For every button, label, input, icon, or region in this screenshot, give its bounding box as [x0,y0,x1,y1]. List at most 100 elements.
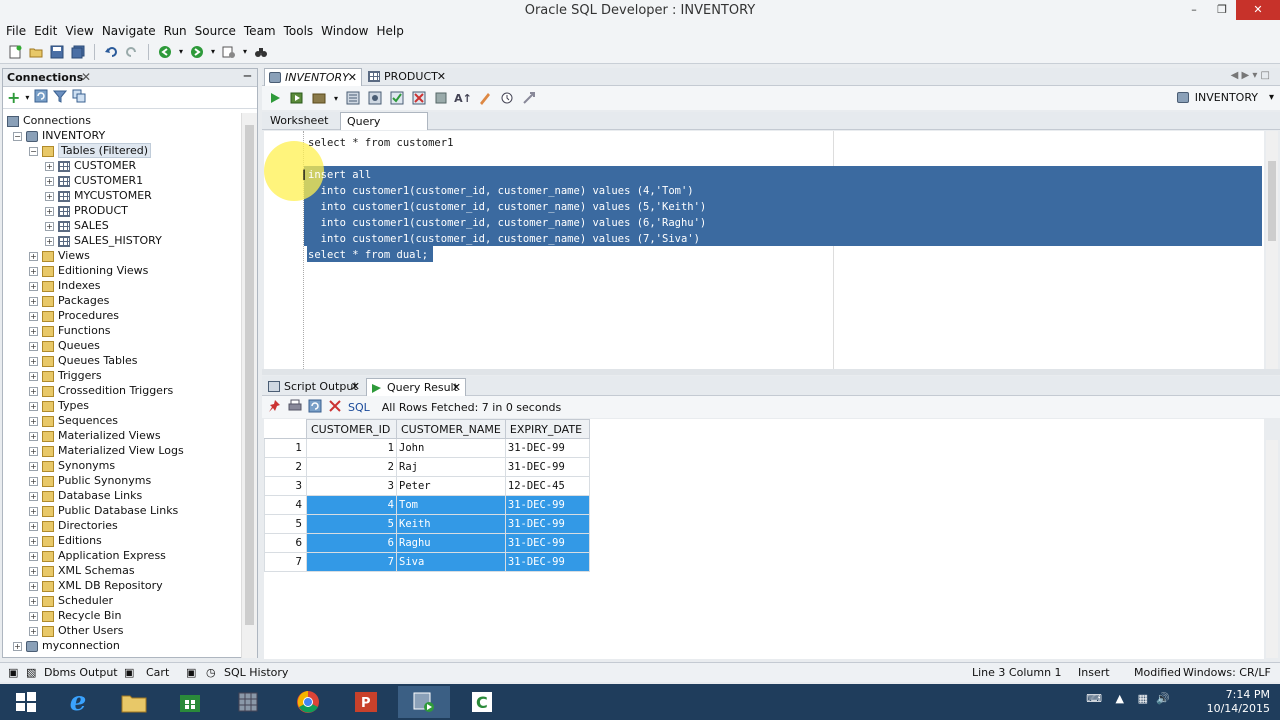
tree-table-item[interactable]: + SALES_HISTORY [3,233,241,248]
print-icon[interactable] [288,399,302,416]
run-script-icon[interactable] [288,89,306,107]
expand-icon[interactable]: + [29,416,38,426]
expand-icon[interactable]: + [29,506,38,516]
table-row[interactable]: 5 5 Keith 31-DEC-99 [264,514,590,534]
expand-icon[interactable]: + [29,266,38,276]
expand-icon[interactable]: + [29,536,38,546]
dock-dbms-output[interactable]: Dbms Output [44,666,118,679]
expand-icon[interactable]: + [29,626,38,636]
cell-customer-id[interactable]: 4 [306,495,397,515]
row-number[interactable]: 7 [264,552,307,572]
cell-customer-id[interactable]: 6 [306,533,397,553]
dock-cart[interactable]: Cart [146,666,169,679]
cell-customer-name[interactable]: Peter [396,476,506,496]
tab-worksheet[interactable]: Worksheet [264,112,340,130]
expand-icon[interactable]: + [29,476,38,486]
close-icon[interactable]: ✕ [437,68,446,85]
sql-editor[interactable]: select * from customer1 insert all into … [264,131,1264,369]
dropdown-icon[interactable]: ▾ [332,89,340,107]
tree-table-item[interactable]: + SALES [3,218,241,233]
tree-folder-item[interactable]: + Editioning Views [3,263,241,278]
expand-icon[interactable]: + [29,431,38,441]
sql-worksheet-icon[interactable] [220,43,238,61]
expand-icon[interactable]: + [29,581,38,591]
cell-customer-name[interactable]: Keith [396,514,506,534]
tree-folder-item[interactable]: + Database Links [3,488,241,503]
tree-folder-item[interactable]: + XML DB Repository [3,578,241,593]
cell-customer-name[interactable]: Raj [396,457,506,477]
tree-folder-item[interactable]: + Application Express [3,548,241,563]
cell-customer-name[interactable]: John [396,438,506,458]
powerpoint-icon[interactable]: P [340,686,392,718]
minimize-button[interactable]: – [1180,0,1208,20]
tree-folder-item[interactable]: + Public Database Links [3,503,241,518]
tree-folder-item[interactable]: + Public Synonyms [3,473,241,488]
scroll-thumb[interactable] [1268,161,1276,241]
column-header[interactable]: EXPIRY_DATE [504,419,590,439]
row-number[interactable]: 2 [264,457,307,477]
internet-explorer-icon[interactable]: e [52,686,104,718]
table-row[interactable]: 7 7 Siva 31-DEC-99 [264,552,590,572]
cell-expiry-date[interactable]: 12-DEC-45 [504,476,590,496]
format-icon[interactable]: A↑ [454,89,472,107]
worksheet-dropdown-icon[interactable]: ▾ [241,43,249,61]
binoculars-icon[interactable] [252,43,270,61]
cell-expiry-date[interactable]: 31-DEC-99 [504,514,590,534]
expand-icon[interactable]: + [13,641,22,651]
cell-expiry-date[interactable]: 31-DEC-99 [504,552,590,572]
table-row[interactable]: 3 3 Peter 12-DEC-45 [264,476,590,496]
add-connection-icon[interactable]: + [7,88,20,107]
menu-navigate[interactable]: Navigate [100,22,162,40]
restore-icon[interactable]: ▣ [124,666,134,679]
row-number[interactable]: 5 [264,514,307,534]
forward-dropdown-icon[interactable]: ▾ [209,43,217,61]
tree-folder-item[interactable]: + Functions [3,323,241,338]
tree-connection-myconnection[interactable]: + myconnection [3,638,241,653]
tree-table-item[interactable]: + CUSTOMER1 [3,173,241,188]
collapse-icon[interactable]: − [29,146,38,156]
tree-folder-item[interactable]: + Materialized View Logs [3,443,241,458]
forward-icon[interactable] [188,43,206,61]
pin-icon[interactable] [268,399,282,416]
tree-folder-item[interactable]: + Sequences [3,413,241,428]
expand-icon[interactable]: + [29,311,38,321]
tree-folder-item[interactable]: + Queues [3,338,241,353]
tree-folder-item[interactable]: + Views [3,248,241,263]
restore-icon[interactable]: ▣ [8,666,18,679]
expand-icon[interactable]: + [29,251,38,261]
history-icon[interactable] [498,89,516,107]
scroll-thumb[interactable] [245,125,254,625]
tree-folder-item[interactable]: + Synonyms [3,458,241,473]
tree-tables-folder[interactable]: − Tables (Filtered) [3,143,241,158]
expand-icon[interactable]: + [45,176,54,186]
expand-icon[interactable]: + [29,446,38,456]
commit-transaction-icon[interactable] [388,89,406,107]
clock[interactable]: 7:14 PM 10/14/2015 [1207,688,1270,716]
row-number[interactable]: 1 [264,438,307,458]
table-row[interactable]: 2 2 Raj 31-DEC-99 [264,457,590,477]
menu-source[interactable]: Source [193,22,242,40]
file-explorer-icon[interactable] [108,686,160,718]
close-icon[interactable]: ✕ [348,69,357,86]
expand-icon[interactable]: + [29,371,38,381]
menu-team[interactable]: Team [242,22,282,40]
table-row[interactable]: 1 1 John 31-DEC-99 [264,438,590,458]
tree-folder-item[interactable]: + Triggers [3,368,241,383]
expand-icon[interactable]: + [29,596,38,606]
new-icon[interactable] [6,43,24,61]
dock-sql-history[interactable]: SQL History [224,666,288,679]
tree-folder-item[interactable]: + Queues Tables [3,353,241,368]
menu-edit[interactable]: Edit [32,22,63,40]
app-grid-icon[interactable] [222,686,274,718]
keyboard-icon[interactable]: ⌨ [1086,692,1102,706]
tree-folder-item[interactable]: + Directories [3,518,241,533]
explain-plan-icon[interactable] [344,89,362,107]
tab-product[interactable]: PRODUCT ✕ [364,68,450,86]
expand-icon[interactable]: + [29,551,38,561]
tray-overflow-icon[interactable]: ▲ [1116,692,1124,706]
open-icon[interactable] [27,43,45,61]
expand-icon[interactable]: + [45,236,54,246]
camtasia-icon[interactable]: C [456,686,508,718]
editor-scrollbar[interactable] [1266,131,1278,369]
tab-navigation-icon[interactable]: ◀ ▶ ▾ □ [1231,70,1270,81]
